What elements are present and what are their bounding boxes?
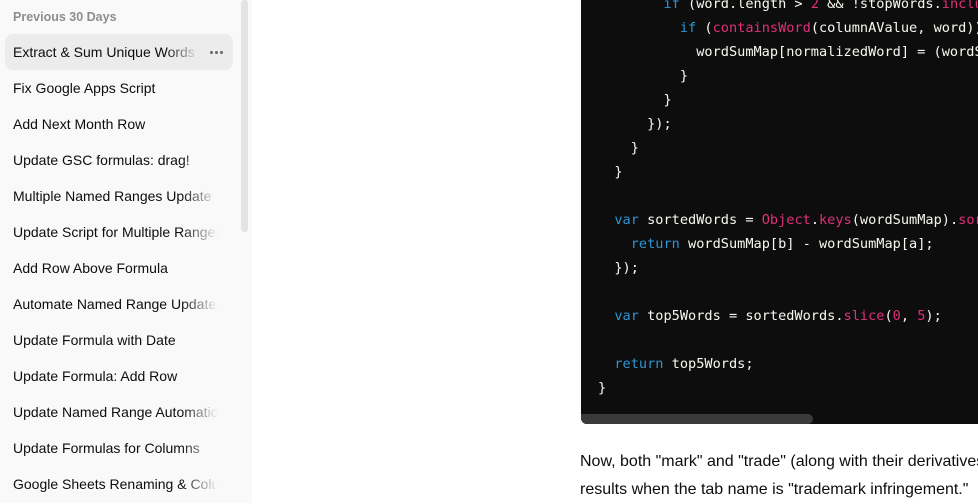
chat-history-item[interactable]: Fix Google Apps Script: [5, 70, 233, 106]
code-horizontal-scrollbar[interactable]: [581, 414, 813, 424]
chat-item-label: Google Sheets Renaming & Columns: [13, 476, 218, 492]
chat-item-label: Fix Google Apps Script: [13, 80, 156, 96]
chat-item-label: Update Formula with Date: [13, 332, 176, 348]
chat-item-label: Extract & Sum Unique Words: [13, 44, 195, 60]
chat-history-item[interactable]: Multiple Named Ranges Update: [5, 178, 233, 214]
chat-item-label: Multiple Named Ranges Update: [13, 188, 212, 204]
chat-history-item[interactable]: Update Formulas for Columns: [5, 430, 233, 466]
chat-item-label: Add Row Above Formula: [13, 260, 168, 276]
chat-history-item[interactable]: Automate Named Range Updates: [5, 286, 233, 322]
chat-item-label: Update Formulas for Columns: [13, 440, 200, 456]
chat-history-item[interactable]: Update Named Range Automatically: [5, 394, 233, 430]
chat-history-item[interactable]: Update Script for Multiple Ranges: [5, 214, 233, 250]
chat-item-label: Update Script for Multiple Ranges: [13, 224, 218, 240]
chat-history-item[interactable]: Add Row Above Formula: [5, 250, 233, 286]
chat-item-label: Update Formula: Add Row: [13, 368, 178, 384]
sidebar: Previous 30 Days Extract & Sum Unique Wo…: [0, 0, 252, 503]
chat-history-list: Extract & Sum Unique Words Fix Google App…: [5, 34, 233, 502]
chat-history-item[interactable]: Update Formula with Date: [5, 322, 233, 358]
chat-history-item[interactable]: Add Next Month Row: [5, 106, 233, 142]
section-label: Previous 30 Days: [13, 10, 117, 24]
sidebar-scrollbar[interactable]: [241, 0, 248, 232]
chat-item-label: Update GSC formulas: drag!: [13, 152, 190, 168]
chat-item-label: Update Named Range Automatically: [13, 404, 218, 420]
response-text: Now, both "mark" and "trade" (along with…: [580, 448, 978, 504]
response-line-2: results when the tab name is "trademark …: [580, 481, 969, 498]
response-line-1: Now, both "mark" and "trade" (along with…: [580, 453, 978, 470]
chat-history-item[interactable]: Update Formula: Add Row: [5, 358, 233, 394]
chat-item-label: Automate Named Range Updates: [13, 296, 218, 312]
chat-history-item[interactable]: Extract & Sum Unique Words: [5, 34, 233, 70]
code-block: if (word.length > 2 && !stopWords.includ…: [581, 0, 978, 424]
chat-history-item[interactable]: Update GSC formulas: drag!: [5, 142, 233, 178]
chat-history-item[interactable]: Google Sheets Renaming & Columns: [5, 466, 233, 502]
chat-item-label: Add Next Month Row: [13, 116, 146, 132]
code-content: if (word.length > 2 && !stopWords.includ…: [598, 0, 978, 396]
ellipsis-icon[interactable]: [207, 43, 225, 61]
